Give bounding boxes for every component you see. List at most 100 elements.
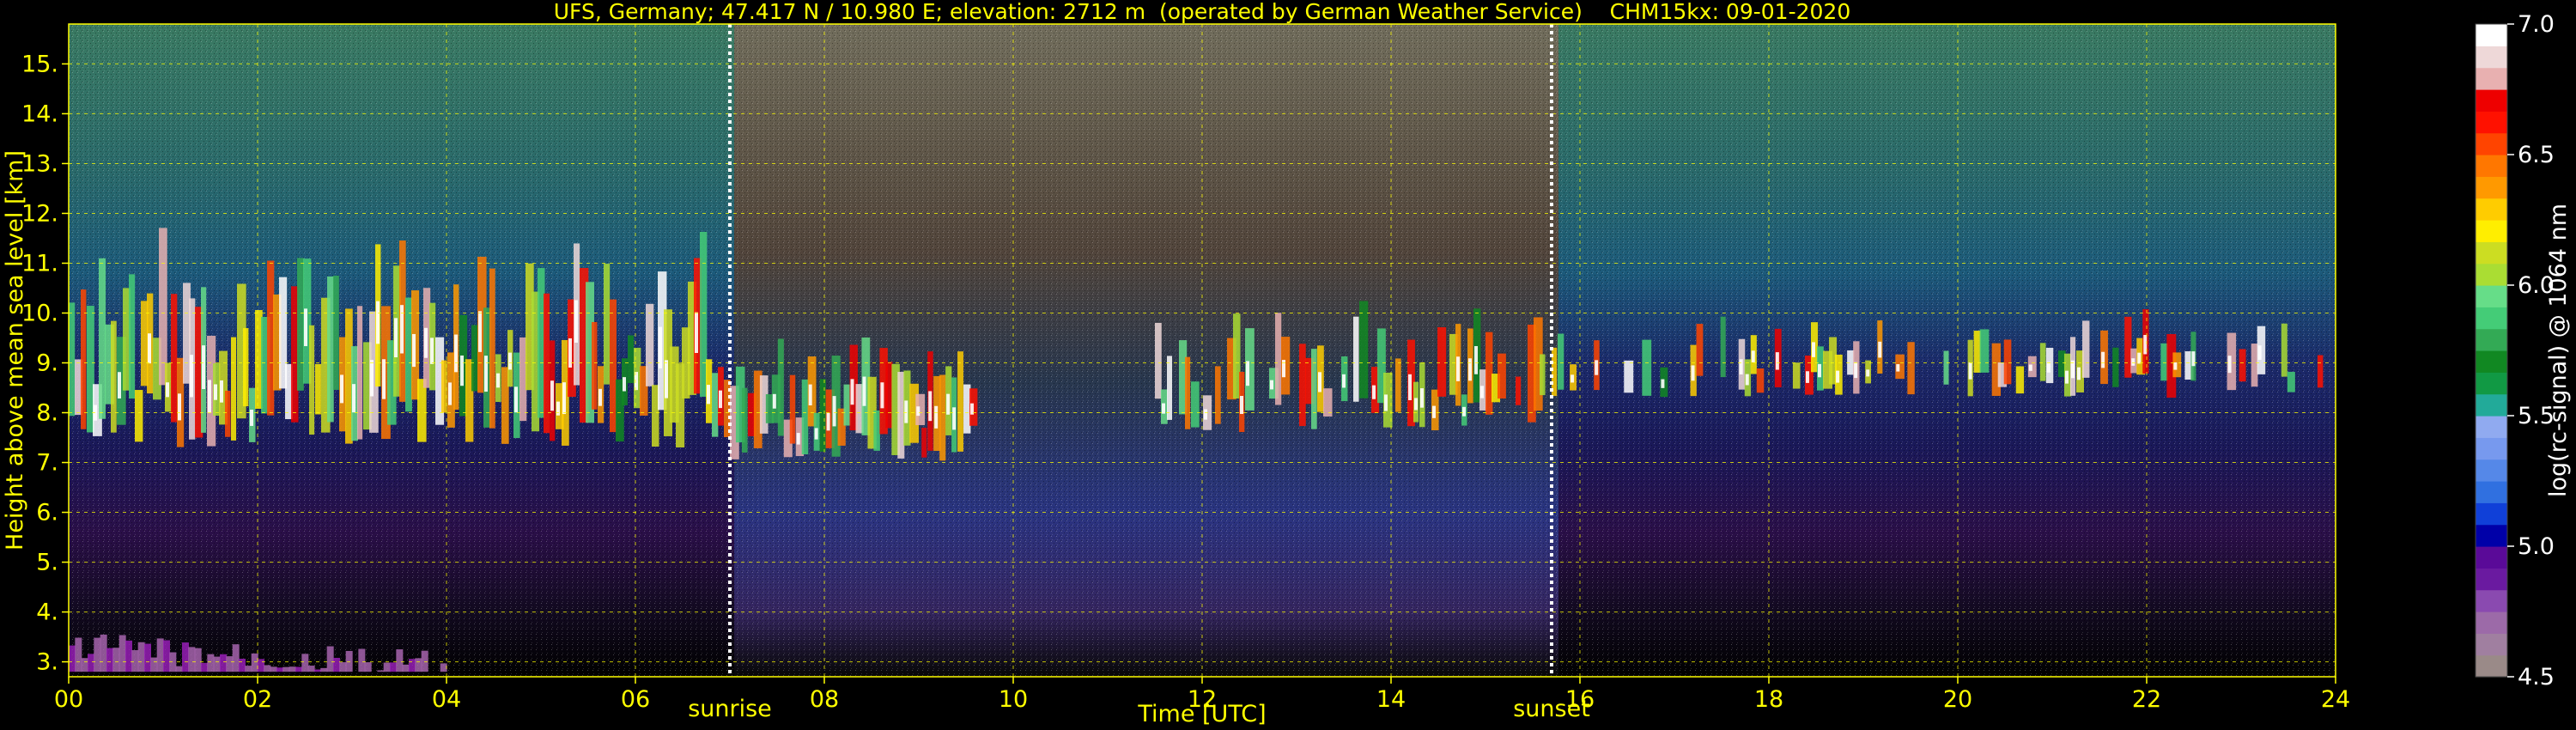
surface-layer-column <box>440 663 447 672</box>
colorbar-tick-label: 5.0 <box>2518 533 2555 560</box>
cloud-streak-core <box>1866 369 1870 377</box>
cloud-streak <box>885 362 893 429</box>
cloud-streak <box>357 306 363 440</box>
cloud-streak-core <box>904 400 908 423</box>
cloud-streak-core <box>118 372 121 398</box>
surface-layer-column <box>283 666 290 672</box>
cloud-streak <box>2281 323 2287 377</box>
colorbar-segment <box>2476 393 2507 417</box>
surface-layer-column <box>69 645 76 672</box>
surface-layer-column <box>156 638 164 672</box>
cloud-streak-core <box>1661 379 1665 388</box>
colorbar-segment <box>2476 589 2507 612</box>
cloud-streak-core <box>352 384 355 413</box>
y-tick-label: 9. <box>36 350 58 377</box>
cloud-streak <box>921 428 927 458</box>
cloud-streak <box>225 390 231 437</box>
x-tick-label: 24 <box>2321 686 2350 713</box>
surface-layer-column <box>188 647 196 672</box>
cloud-streak-core <box>250 409 253 426</box>
surface-layer-column <box>396 649 404 672</box>
x-tick-label: 14 <box>1376 686 1406 713</box>
cloud-streak-core <box>496 373 500 388</box>
surface-layer-column <box>251 653 258 672</box>
y-tick-label: 3. <box>36 649 58 676</box>
cloud-streak <box>819 379 826 452</box>
surface-layer-column <box>220 654 227 672</box>
cloud-streak-core <box>1805 371 1809 383</box>
colorbar-segment <box>2476 633 2507 656</box>
surface-layer-column <box>301 654 309 672</box>
cloud-streak-core <box>772 393 776 409</box>
cloud-streak <box>1185 356 1191 429</box>
cloud-streak-core <box>1775 352 1779 370</box>
y-tick-label: 15. <box>21 51 58 77</box>
colorbar-tick-label: 7.0 <box>2518 11 2555 38</box>
cloud-streak-core <box>1751 350 1755 362</box>
cloud-streak-core <box>1462 406 1466 417</box>
cloud-streak-core <box>1432 405 1436 418</box>
cloud-streak-core <box>665 360 668 398</box>
y-axis: 3.4.5.6.7.8.9.10.11.12.13.14.15. <box>21 51 69 676</box>
x-axis-label: Time [UTC] <box>1137 701 1266 727</box>
cloud-streak-core <box>952 407 957 430</box>
surface-layer-column <box>81 658 88 672</box>
cloud-streak <box>2251 344 2258 387</box>
cloud-streak-core <box>659 326 662 368</box>
surface-layer-column <box>258 659 264 672</box>
cloud-streak <box>111 320 117 433</box>
cloud-streak-core <box>1372 385 1376 399</box>
cloud-streak-core <box>514 386 518 413</box>
cloud-streak-core <box>208 380 211 413</box>
cloud-streak <box>405 297 412 412</box>
cloud-streak <box>297 258 304 391</box>
cloud-streak-core <box>304 308 307 347</box>
colorbar-segment <box>2476 198 2507 221</box>
cloud-streak <box>2317 355 2324 388</box>
cloud-streak <box>777 338 784 436</box>
cloud-streak-core <box>376 301 380 344</box>
cloud-streak <box>135 390 143 442</box>
y-tick-label: 4. <box>36 599 58 626</box>
cloud-streak-core <box>1342 374 1346 388</box>
cloud-streak-core <box>862 376 866 406</box>
cloud-streak <box>2112 347 2119 387</box>
cloud-streak <box>1696 324 1704 376</box>
cloud-streak-core <box>1854 362 1858 379</box>
cloud-streak-core <box>2257 345 2262 361</box>
cloud-streak <box>315 363 321 415</box>
cloud-streak-core <box>1318 372 1321 392</box>
cloud-streak <box>1155 322 1162 399</box>
cloud-streak <box>1191 381 1200 428</box>
cloud-streak-core <box>1414 398 1418 411</box>
cloud-streak <box>1485 332 1493 415</box>
colorbar-segment <box>2476 416 2507 438</box>
cloud-streak <box>2239 349 2246 382</box>
surface-layer-column <box>333 657 340 672</box>
cloud-streak <box>1540 354 1546 396</box>
cloud-streak-core <box>508 352 512 370</box>
cloud-streak-core <box>148 333 151 364</box>
surface-layer-column <box>131 650 139 672</box>
cloud-streak-core <box>1811 342 1815 357</box>
surface-layer-column <box>402 664 410 672</box>
cloud-streak-core <box>814 428 818 440</box>
x-tick-label: 16 <box>1565 686 1595 713</box>
cloud-streak-core <box>562 382 566 415</box>
cloud-streak-core <box>808 384 812 406</box>
cloud-streak <box>1437 327 1447 397</box>
cloud-streak-core <box>1204 409 1207 420</box>
cloud-streak-core <box>574 300 578 344</box>
cloud-streak-core <box>850 379 854 405</box>
cloud-streak <box>1979 329 1990 373</box>
cloud-streak-core <box>1691 365 1695 381</box>
cloud-streak-core <box>1270 380 1273 390</box>
marker-sunrise-label: sunrise <box>688 696 772 722</box>
cloud-streak <box>309 325 315 435</box>
cloud-streak <box>69 302 76 417</box>
cloud-streak-core <box>2227 356 2232 374</box>
cloud-streak <box>1353 316 1359 402</box>
x-tick-label: 00 <box>54 686 83 713</box>
cloud-streak-core <box>484 356 488 392</box>
surface-layer-column <box>245 666 252 672</box>
